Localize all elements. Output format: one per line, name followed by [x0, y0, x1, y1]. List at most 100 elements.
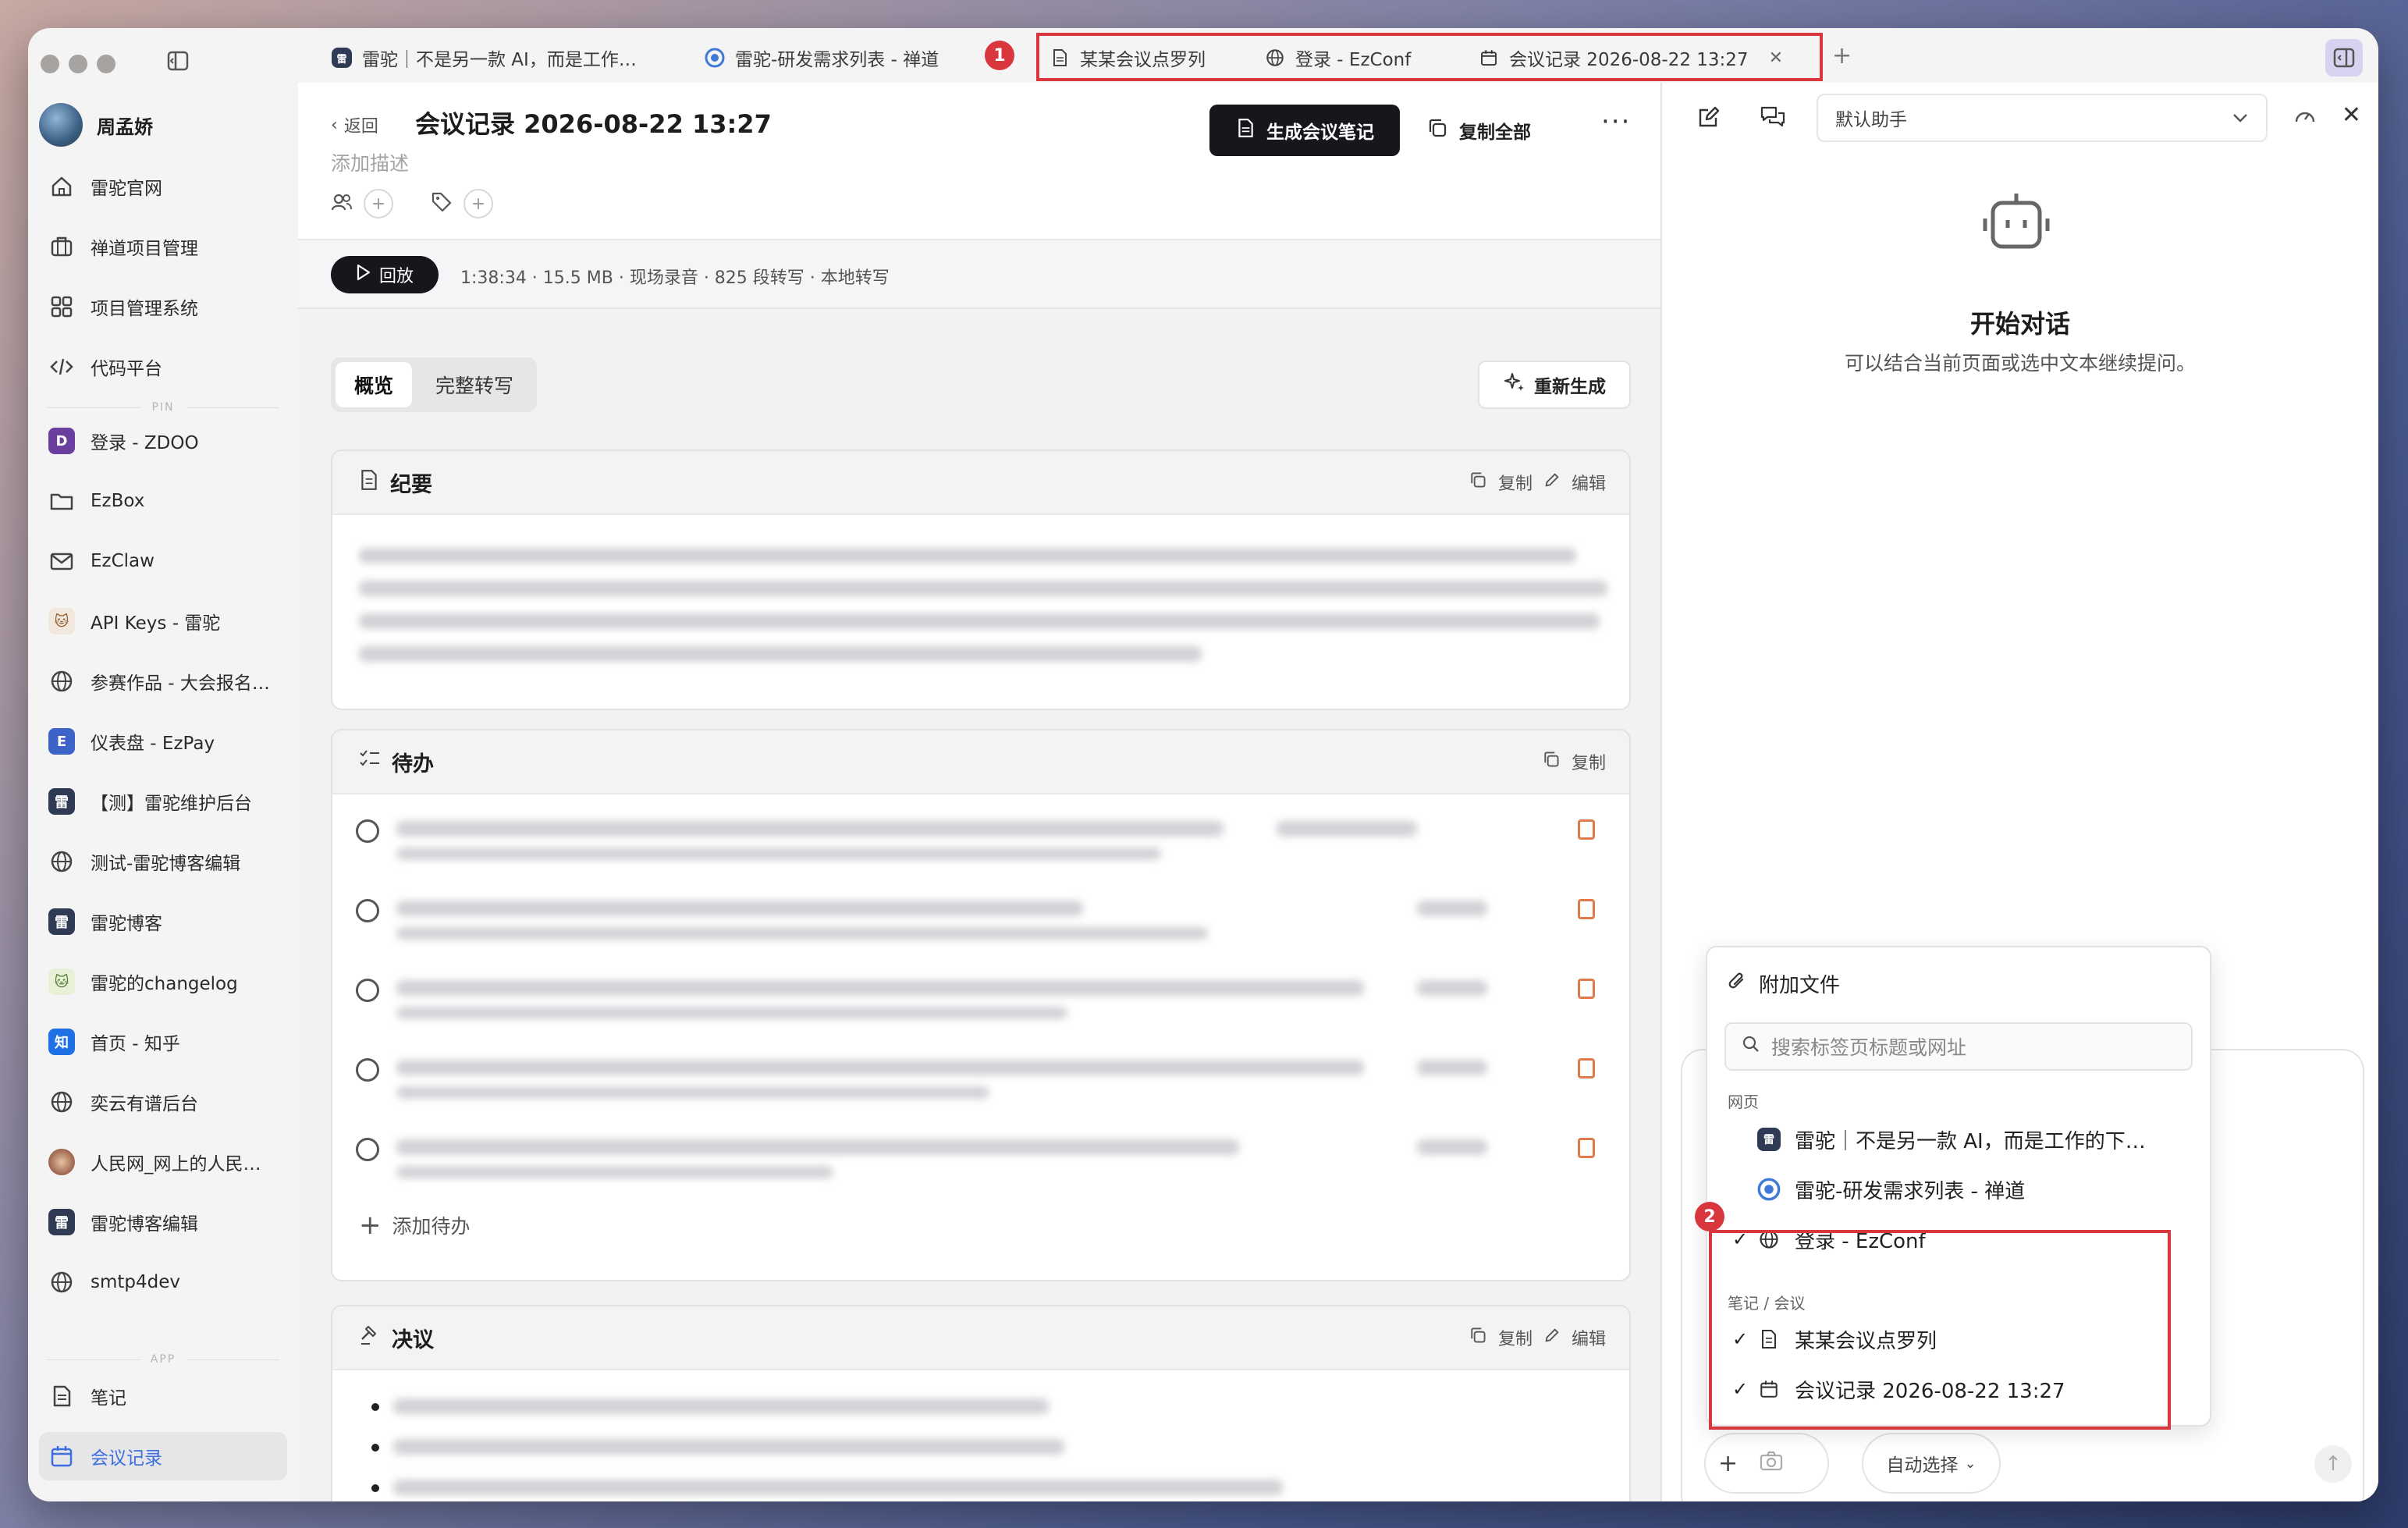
- model-auto-select[interactable]: 自动选择 ⌄: [1862, 1433, 2001, 1494]
- todo-checkbox[interactable]: [356, 819, 379, 843]
- home-icon: [47, 172, 76, 201]
- app-logo-icon: 雷: [1757, 1128, 1781, 1151]
- assistant-selector[interactable]: 默认助手: [1817, 94, 2268, 142]
- grid-icon: [47, 292, 76, 322]
- sidebar-item-meetings[interactable]: 会议记录: [39, 1432, 287, 1480]
- todo-item: [356, 815, 1606, 877]
- avatar: [39, 103, 83, 147]
- todo-checkbox[interactable]: [356, 899, 379, 922]
- sidebar-item-api-keys[interactable]: 🐱 API Keys - 雷驼: [39, 597, 287, 645]
- sidebar-item-people[interactable]: 人民网_网上的人民…: [39, 1138, 287, 1186]
- app-window: 周孟娇 雷驼官网 禅道项目管理 项目管理系统 代码平台 PIN D 登录 - Z…: [28, 28, 2378, 1501]
- bullet: [371, 1484, 379, 1492]
- attach-item-web[interactable]: 雷 雷驼｜不是另一款 AI，而是工作的下…: [1724, 1118, 2193, 1161]
- ezpay-logo-icon: E: [48, 728, 75, 755]
- main-content: ‹ 返回 会议记录 2026-08-22 13:27 添加描述 + + 生成会议…: [298, 83, 1662, 1501]
- attach-files-title: 附加文件: [1759, 974, 1841, 997]
- send-button[interactable]: ↑: [2314, 1445, 2352, 1483]
- tab-leituo[interactable]: 雷 雷驼｜不是另一款 AI，而是工作…: [331, 42, 637, 73]
- speed-icon[interactable]: [2288, 100, 2322, 134]
- summary-copy-button[interactable]: 复制: [1498, 470, 1533, 495]
- copy-all-button[interactable]: 复制全部: [1426, 105, 1531, 156]
- todo-source-icon[interactable]: [1578, 899, 1595, 919]
- new-tab-button[interactable]: +: [1832, 42, 1852, 69]
- chat-history-icon[interactable]: [1756, 100, 1790, 134]
- todo-source-icon[interactable]: [1578, 1138, 1595, 1158]
- sidebar-item-maintenance[interactable]: 雷 【测】雷驼维护后台: [39, 777, 287, 826]
- sidebar-item-contest[interactable]: 参赛作品 - 大会报名…: [39, 657, 287, 705]
- sidebar-item-zdoo[interactable]: D 登录 - ZDOO: [39, 417, 287, 465]
- todo-checkbox[interactable]: [356, 1058, 379, 1082]
- todo-title: 待办: [392, 752, 434, 776]
- tab-zentao[interactable]: 雷驼-研发需求列表 - 禅道: [704, 42, 939, 73]
- todo-source-icon[interactable]: [1578, 979, 1595, 999]
- more-options-button[interactable]: ···: [1601, 106, 1631, 137]
- copy-icon: [1542, 750, 1561, 773]
- sidebar-item-zhihu[interactable]: 知 首页 - 知乎: [39, 1018, 287, 1066]
- blurred-text: [393, 1480, 1283, 1495]
- mail-icon: [47, 546, 76, 576]
- attach-item-web[interactable]: 雷驼-研发需求列表 - 禅道: [1724, 1167, 2193, 1211]
- chevron-down-icon: ⌄: [1964, 1455, 1976, 1472]
- globe-icon: [47, 847, 76, 876]
- minimize-window-button[interactable]: [69, 55, 87, 73]
- close-window-button[interactable]: [41, 55, 59, 73]
- summary-edit-button[interactable]: 编辑: [1572, 470, 1606, 495]
- sidebar-item-smtp4dev[interactable]: smtp4dev: [39, 1258, 287, 1306]
- todo-source-icon[interactable]: [1578, 819, 1595, 840]
- sidebar-item-notes[interactable]: 笔记: [39, 1372, 287, 1420]
- sidebar-item-leituo-site[interactable]: 雷驼官网: [39, 162, 287, 211]
- sidebar-item-label: 首页 - 知乎: [91, 1034, 180, 1054]
- sidebar-toggle-icon[interactable]: [162, 45, 194, 76]
- add-description-field[interactable]: 添加描述: [331, 148, 409, 176]
- todo-checkbox[interactable]: [356, 1138, 379, 1161]
- close-panel-icon[interactable]: ✕: [2342, 101, 2361, 129]
- add-todo-button[interactable]: + 添加待办: [359, 1210, 471, 1241]
- sidebar-item-ezclaw[interactable]: EzClaw: [39, 537, 287, 585]
- sidebar-item-blog[interactable]: 雷 雷驼博客: [39, 897, 287, 946]
- sidebar-item-label: 登录 - ZDOO: [91, 433, 199, 453]
- sidebar-item-project-system[interactable]: 项目管理系统: [39, 283, 287, 331]
- sidebar-item-ezpay[interactable]: E 仪表盘 - EzPay: [39, 717, 287, 766]
- tab-overview[interactable]: 概览: [336, 362, 413, 407]
- playback-label: 回放: [378, 267, 414, 286]
- camera-icon: [1760, 1450, 1783, 1477]
- sidebar-item-yiyun[interactable]: 奕云有谱后台: [39, 1078, 287, 1126]
- regenerate-button[interactable]: 重新生成: [1478, 361, 1631, 409]
- sidebar-item-blog-editor[interactable]: 雷 雷驼博客编辑: [39, 1198, 287, 1246]
- tag-icon: [431, 191, 453, 216]
- briefcase-icon: [47, 232, 76, 261]
- sidebar-item-zentao[interactable]: 禅道项目管理: [39, 222, 287, 271]
- decisions-edit-button[interactable]: 编辑: [1572, 1325, 1606, 1350]
- decisions-copy-button[interactable]: 复制: [1498, 1325, 1533, 1350]
- blurred-text: [1417, 1139, 1487, 1155]
- blurred-text: [1277, 821, 1417, 837]
- sidebar-item-code-platform[interactable]: 代码平台: [39, 343, 287, 391]
- add-participant-button[interactable]: +: [364, 189, 393, 219]
- todo-copy-button[interactable]: 复制: [1572, 749, 1606, 774]
- regenerate-label: 重新生成: [1534, 377, 1606, 397]
- cat-logo-icon: 🐱: [48, 608, 75, 634]
- add-tag-button[interactable]: +: [463, 189, 493, 219]
- back-label: 返回: [343, 117, 378, 137]
- app-logo-icon: 雷: [48, 908, 75, 935]
- summary-card: 纪要 复制 编辑: [331, 450, 1631, 710]
- generate-notes-button[interactable]: 生成会议笔记: [1209, 105, 1400, 156]
- right-panel-toggle-icon[interactable]: [2325, 39, 2363, 76]
- new-chat-icon[interactable]: [1692, 100, 1726, 134]
- todo-source-icon[interactable]: [1578, 1058, 1595, 1078]
- todo-checkbox[interactable]: [356, 979, 379, 1002]
- attach-button[interactable]: +: [1704, 1433, 1829, 1494]
- back-button[interactable]: ‹ 返回: [331, 112, 378, 137]
- sidebar-item-label: 代码平台: [91, 359, 162, 379]
- sidebar-item-blog-editor-test[interactable]: 测试-雷驼博客编辑: [39, 837, 287, 886]
- annotation-highlight-tabs: [1036, 33, 1823, 81]
- zoom-window-button[interactable]: [97, 55, 115, 73]
- sidebar-item-ezbox[interactable]: EzBox: [39, 477, 287, 525]
- playback-button[interactable]: 回放: [331, 256, 439, 293]
- tab-full-transcript[interactable]: 完整转写: [417, 362, 532, 407]
- attach-files-header: 附加文件: [1728, 969, 1840, 998]
- user-profile[interactable]: 周孟娇: [39, 103, 153, 147]
- sidebar-item-changelog[interactable]: 🐱 雷驼的changelog: [39, 958, 287, 1006]
- tab-search-input[interactable]: 搜索标签页标题或网址: [1724, 1022, 2193, 1071]
